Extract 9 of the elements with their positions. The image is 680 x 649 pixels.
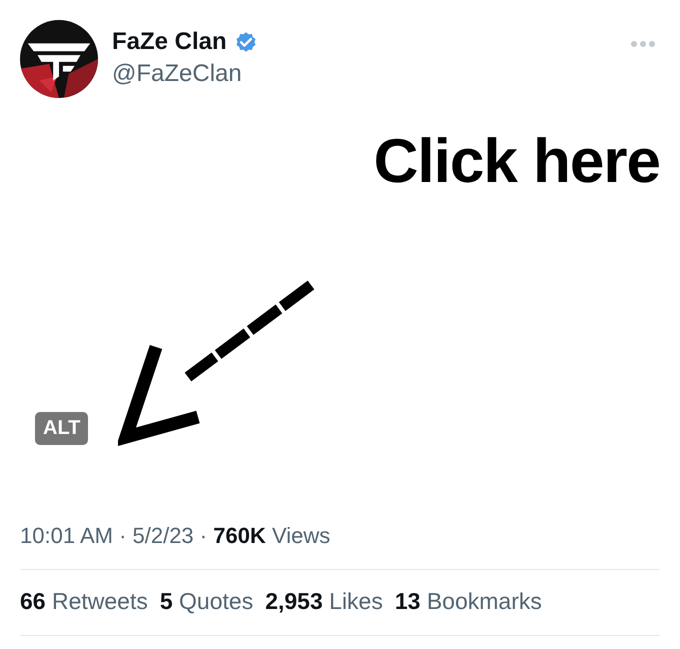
stat-link[interactable]: 5 Quotes [160,588,254,615]
image-caption: Click here [374,126,660,197]
alt-badge[interactable]: ALT [35,412,88,445]
stat-link[interactable]: 66 Retweets [20,588,148,615]
stat-link[interactable]: 2,953 Likes [265,588,383,615]
stat-link[interactable]: 13 Bookmarks [394,588,542,615]
author-name[interactable]: FaZe Clan [112,28,227,56]
tweet-timestamp-views: 10:01 AM · 5/2/23 · 760K Views [20,523,332,549]
author-handle[interactable]: @FaZeClan [112,60,616,88]
